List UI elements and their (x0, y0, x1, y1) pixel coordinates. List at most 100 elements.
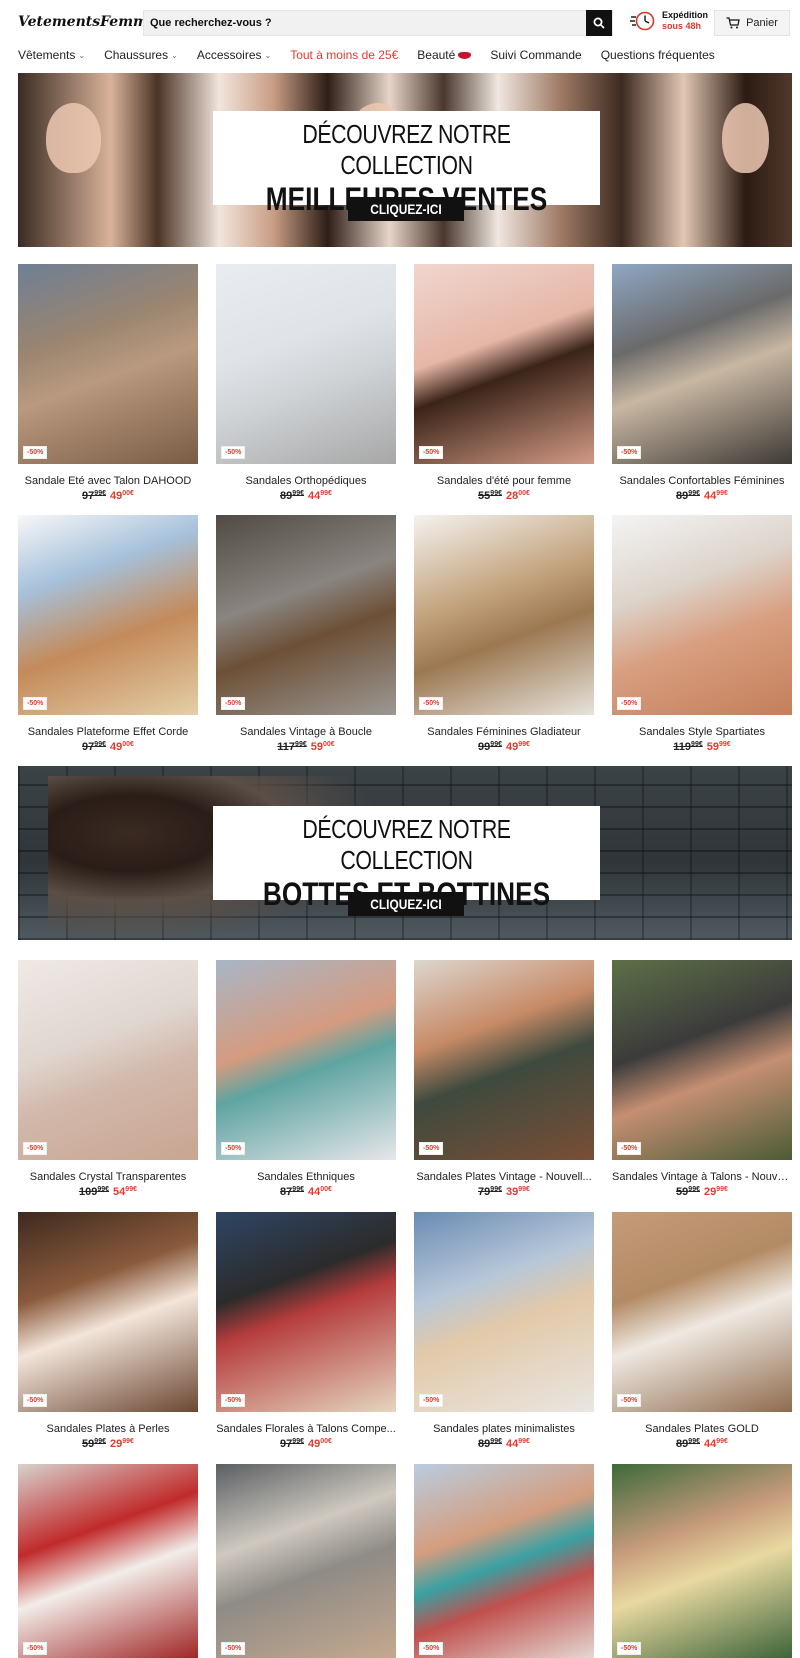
sale-price: 5900€ (310, 741, 335, 753)
nav-item-vetements[interactable]: Vêtements ⌄ (18, 45, 85, 65)
search-input[interactable] (144, 11, 586, 35)
product-title[interactable]: Sandales Vintage à Boucle (216, 726, 396, 738)
product-card[interactable]: -50% Sandales Crystal Transparentes 1099… (18, 960, 198, 1198)
product-title[interactable]: Sandales Orthopédiques (216, 475, 396, 487)
old-price: 5599€ (478, 490, 502, 502)
nav-item-accessoires[interactable]: Accessoires ⌄ (197, 45, 271, 65)
product-title[interactable]: Sandales Féminines Gladiateur (414, 726, 594, 738)
discount-badge: -50% (23, 697, 48, 710)
cart-button[interactable]: Panier (714, 10, 790, 36)
product-title[interactable]: Sandales Plates GOLD (612, 1423, 792, 1435)
site-header: VetementsFemmes Expédition sous 48h (18, 8, 792, 38)
product-image[interactable]: -50% (612, 515, 792, 715)
product-price: 11799€ 5900€ (216, 741, 396, 753)
product-title[interactable]: Sandales Florales à Talons Compe... (216, 1423, 396, 1435)
product-card[interactable]: -50% Sandales plates minimalistes 8999€ 4… (414, 1212, 594, 1450)
product-image[interactable]: -50% (216, 1212, 396, 1412)
product-card[interactable]: -50% (414, 1464, 594, 1658)
product-image[interactable]: -50% (414, 1464, 594, 1658)
discount-badge: -50% (617, 1642, 642, 1655)
product-title[interactable]: Sandales Confortables Féminines (612, 475, 792, 487)
product-card[interactable]: -50% Sandales d'été pour femme 5599€ 2800… (414, 264, 594, 502)
banner-cta-button[interactable]: CLIQUEZ-ICI (348, 197, 464, 221)
product-image[interactable]: -50% (216, 960, 396, 1160)
product-image[interactable]: -50% (18, 1212, 198, 1412)
product-card[interactable]: -50% (216, 1464, 396, 1658)
product-price: 9799€ 4900€ (18, 490, 198, 502)
product-image[interactable]: -50% (612, 1212, 792, 1412)
product-card[interactable]: -50% Sandales Style Spartiates 11999€ 599… (612, 515, 792, 753)
sale-price: 4900€ (110, 741, 134, 753)
nav-item-beaute[interactable]: Beauté (417, 45, 472, 65)
product-card[interactable]: -50% Sandale Eté avec Talon DAHOOD 9799€… (18, 264, 198, 502)
discount-badge: -50% (419, 697, 444, 710)
product-card[interactable]: -50% Sandales Plates Vintage - Nouvell..… (414, 960, 594, 1198)
shipping-delay: sous 48h (662, 21, 702, 31)
product-image[interactable]: -50% (612, 264, 792, 464)
product-price: 5999€ 2999€ (18, 1438, 198, 1450)
product-card[interactable]: -50% Sandales Confortables Féminines 899… (612, 264, 792, 502)
product-title[interactable]: Sandales Plates à Perles (18, 1423, 198, 1435)
product-image[interactable]: -50% (18, 960, 198, 1160)
sale-price: 2999€ (704, 1186, 728, 1198)
product-title[interactable]: Sandales plates minimalistes (414, 1423, 594, 1435)
old-price: 8999€ (478, 1438, 502, 1450)
product-image[interactable]: -50% (414, 515, 594, 715)
nav-item-faq[interactable]: Questions fréquentes (601, 45, 715, 65)
product-price: 5599€ 2800€ (414, 490, 594, 502)
old-price: 9799€ (82, 490, 106, 502)
old-price: 8999€ (676, 1438, 700, 1450)
banner-text-box: DÉCOUVREZ NOTRE COLLECTION BOTTES ET BOT… (213, 806, 600, 912)
search-button[interactable] (586, 10, 612, 36)
product-title[interactable]: Sandale Eté avec Talon DAHOOD (18, 475, 198, 487)
product-image[interactable]: -50% (414, 960, 594, 1160)
nav-item-suivi-commande[interactable]: Suivi Commande (490, 45, 581, 65)
product-card[interactable]: -50% Sandales Plates GOLD 8999€ 4499€ (612, 1212, 792, 1450)
product-card[interactable]: -50% Sandales Plates à Perles 5999€ 2999€ (18, 1212, 198, 1450)
product-card[interactable]: -50% Sandales Ethniques 8799€ 4400€ (216, 960, 396, 1198)
nav-label: Beauté (417, 48, 456, 62)
product-card[interactable]: -50% (612, 1464, 792, 1658)
product-image[interactable]: -50% (414, 1212, 594, 1412)
nav-item-under-25[interactable]: Tout à moins de 25€ (290, 45, 398, 65)
product-card[interactable]: -50% Sandales Vintage à Boucle 11799€ 590… (216, 515, 396, 753)
banner-best-sellers[interactable]: DÉCOUVREZ NOTRE COLLECTION MEILLEURES VE… (18, 73, 792, 247)
cart-icon (726, 17, 740, 29)
chevron-down-icon: ⌄ (78, 50, 86, 60)
sale-price: 3999€ (506, 1186, 530, 1198)
product-card[interactable]: -50% Sandales Plateforme Effet Corde 979… (18, 515, 198, 753)
product-card[interactable]: -50% Sandales Orthopédiques 8999€ 4499€ (216, 264, 396, 502)
old-price: 11799€ (277, 741, 307, 753)
product-image[interactable]: -50% (18, 515, 198, 715)
product-image[interactable]: -50% (216, 264, 396, 464)
banner-boots[interactable]: DÉCOUVREZ NOTRE COLLECTION BOTTES ET BOT… (18, 766, 792, 940)
discount-badge: -50% (419, 1394, 444, 1407)
chevron-down-icon: ⌄ (171, 50, 178, 60)
product-card[interactable]: -50% Sandales Florales à Talons Compe...… (216, 1212, 396, 1450)
product-image[interactable]: -50% (216, 515, 396, 715)
old-price: 5999€ (676, 1186, 700, 1198)
product-image[interactable]: -50% (612, 1464, 792, 1658)
product-price: 10999€ 5499€ (18, 1186, 198, 1198)
product-card[interactable]: -50% Sandales Vintage à Talons - Nouve..… (612, 960, 792, 1198)
discount-badge: -50% (221, 1142, 246, 1155)
product-image[interactable]: -50% (18, 264, 198, 464)
product-title[interactable]: Sandales Crystal Transparentes (18, 1171, 198, 1183)
nav-label: Vêtements (18, 48, 76, 62)
product-title[interactable]: Sandales d'été pour femme (414, 475, 594, 487)
product-image[interactable]: -50% (18, 1464, 198, 1658)
product-title[interactable]: Sandales Style Spartiates (612, 726, 792, 738)
discount-badge: -50% (23, 446, 48, 459)
product-card[interactable]: -50% (18, 1464, 198, 1658)
product-image[interactable]: -50% (414, 264, 594, 464)
product-card[interactable]: -50% Sandales Féminines Gladiateur 9999€… (414, 515, 594, 753)
product-title[interactable]: Sandales Plateforme Effet Corde (18, 726, 198, 738)
product-title[interactable]: Sandales Plates Vintage - Nouvell... (414, 1171, 594, 1183)
product-title[interactable]: Sandales Vintage à Talons - Nouve... (612, 1171, 792, 1183)
product-title[interactable]: Sandales Ethniques (216, 1171, 396, 1183)
product-image[interactable]: -50% (216, 1464, 396, 1658)
sale-price: 4900€ (308, 1438, 332, 1450)
nav-item-chaussures[interactable]: Chaussures ⌄ (104, 45, 178, 65)
product-image[interactable]: -50% (612, 960, 792, 1160)
banner-cta-button[interactable]: CLIQUEZ-ICI (348, 892, 464, 916)
